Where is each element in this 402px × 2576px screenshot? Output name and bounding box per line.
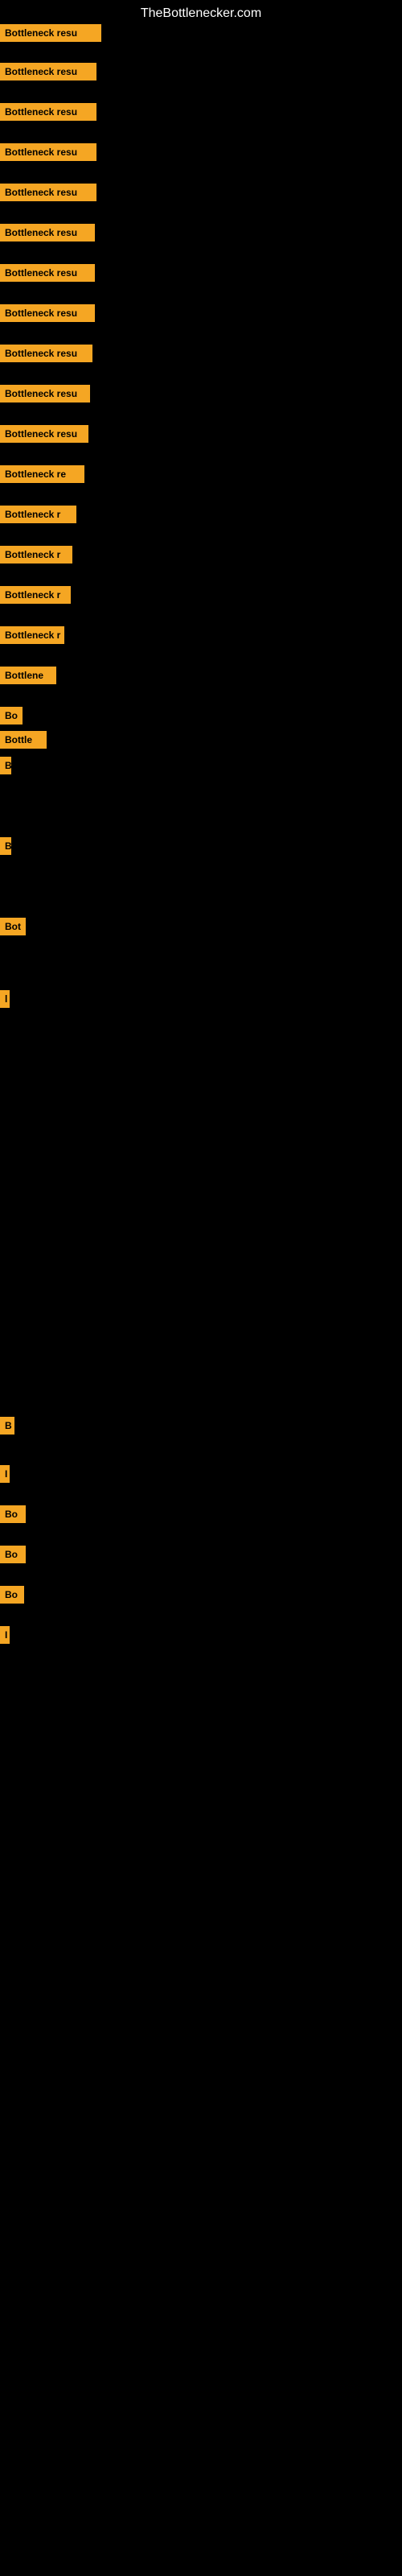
bottleneck-item-13[interactable]: Bottleneck r <box>0 546 72 564</box>
bottleneck-item-27[interactable]: Bo <box>0 1586 24 1604</box>
bottleneck-item-21[interactable]: Bot <box>0 918 26 935</box>
bottleneck-item-8[interactable]: Bottleneck resu <box>0 345 92 362</box>
bottleneck-item-14[interactable]: Bottleneck r <box>0 586 71 604</box>
bottleneck-item-18[interactable]: Bottle <box>0 731 47 749</box>
bottleneck-item-5[interactable]: Bottleneck resu <box>0 224 95 242</box>
bottleneck-item-26[interactable]: Bo <box>0 1546 26 1563</box>
bottleneck-item-16[interactable]: Bottlene <box>0 667 56 684</box>
bottleneck-item-25[interactable]: Bo <box>0 1505 26 1523</box>
bottleneck-item-7[interactable]: Bottleneck resu <box>0 304 95 322</box>
bottleneck-item-28[interactable]: I <box>0 1626 10 1644</box>
bottleneck-item-11[interactable]: Bottleneck re <box>0 465 84 483</box>
bottleneck-item-12[interactable]: Bottleneck r <box>0 506 76 523</box>
bottleneck-item-2[interactable]: Bottleneck resu <box>0 103 96 121</box>
bottleneck-item-20[interactable]: B <box>0 837 11 855</box>
site-title: TheBottlenecker.com <box>0 0 402 27</box>
bottleneck-item-24[interactable]: I <box>0 1465 10 1483</box>
bottleneck-item-9[interactable]: Bottleneck resu <box>0 385 90 402</box>
bottleneck-item-22[interactable]: l <box>0 990 10 1008</box>
bottleneck-item-19[interactable]: B <box>0 757 11 774</box>
bottleneck-item-6[interactable]: Bottleneck resu <box>0 264 95 282</box>
bottleneck-item-0[interactable]: Bottleneck resu <box>0 24 101 42</box>
bottleneck-item-4[interactable]: Bottleneck resu <box>0 184 96 201</box>
bottleneck-item-10[interactable]: Bottleneck resu <box>0 425 88 443</box>
bottleneck-item-3[interactable]: Bottleneck resu <box>0 143 96 161</box>
bottleneck-item-17[interactable]: Bo <box>0 707 23 724</box>
bottleneck-item-23[interactable]: B <box>0 1417 14 1435</box>
bottleneck-item-15[interactable]: Bottleneck r <box>0 626 64 644</box>
bottleneck-item-1[interactable]: Bottleneck resu <box>0 63 96 80</box>
